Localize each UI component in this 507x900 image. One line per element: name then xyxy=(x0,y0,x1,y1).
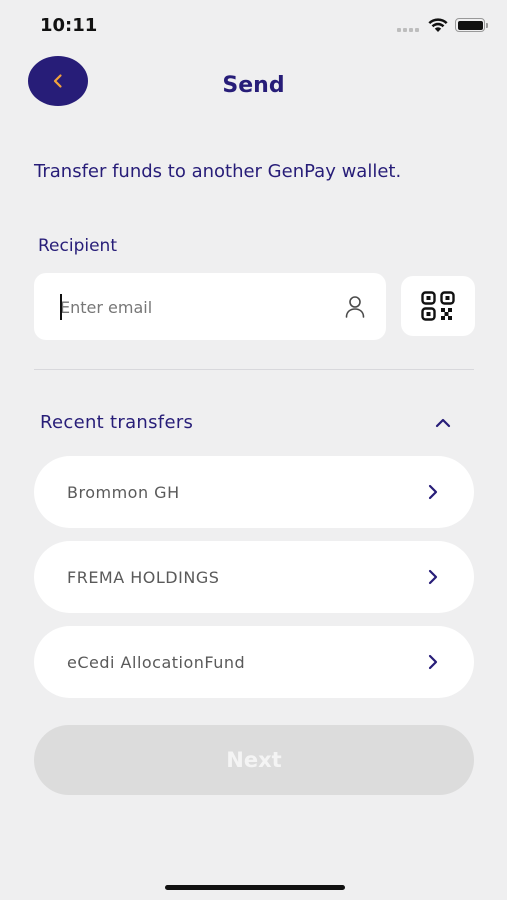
page-description: Transfer funds to another GenPay wallet. xyxy=(34,161,402,182)
battery-icon xyxy=(455,18,488,32)
chevron-right-icon xyxy=(428,654,438,670)
wifi-icon xyxy=(427,16,449,37)
recipient-email-field[interactable] xyxy=(34,273,386,340)
recipient-label: Recipient xyxy=(38,236,117,256)
recent-transfer-label: Brommon GH xyxy=(67,482,180,502)
recent-transfers-heading: Recent transfers xyxy=(40,412,194,433)
collapse-recent-button[interactable] xyxy=(432,414,454,436)
text-caret xyxy=(60,294,62,320)
email-input[interactable] xyxy=(60,293,320,321)
recent-transfer-label: eCedi AllocationFund xyxy=(67,652,246,672)
cellular-signal-icon xyxy=(397,28,419,32)
scan-qr-button[interactable] xyxy=(401,276,475,336)
chevron-right-icon xyxy=(428,569,438,585)
divider xyxy=(34,369,474,370)
recent-transfer-label: FREMA HOLDINGS xyxy=(67,567,220,587)
next-button[interactable]: Next xyxy=(34,725,474,795)
recent-transfer-item[interactable]: FREMA HOLDINGS xyxy=(34,541,474,613)
home-indicator xyxy=(165,885,345,890)
chevron-right-icon xyxy=(428,484,438,500)
chevron-up-icon xyxy=(435,418,451,428)
qr-code-icon xyxy=(421,291,455,321)
recent-transfer-item[interactable]: eCedi AllocationFund xyxy=(34,626,474,698)
page-title: Send xyxy=(222,73,285,98)
recent-transfer-item[interactable]: Brommon GH xyxy=(34,456,474,528)
status-time: 10:11 xyxy=(40,15,98,36)
person-icon[interactable] xyxy=(344,295,366,323)
